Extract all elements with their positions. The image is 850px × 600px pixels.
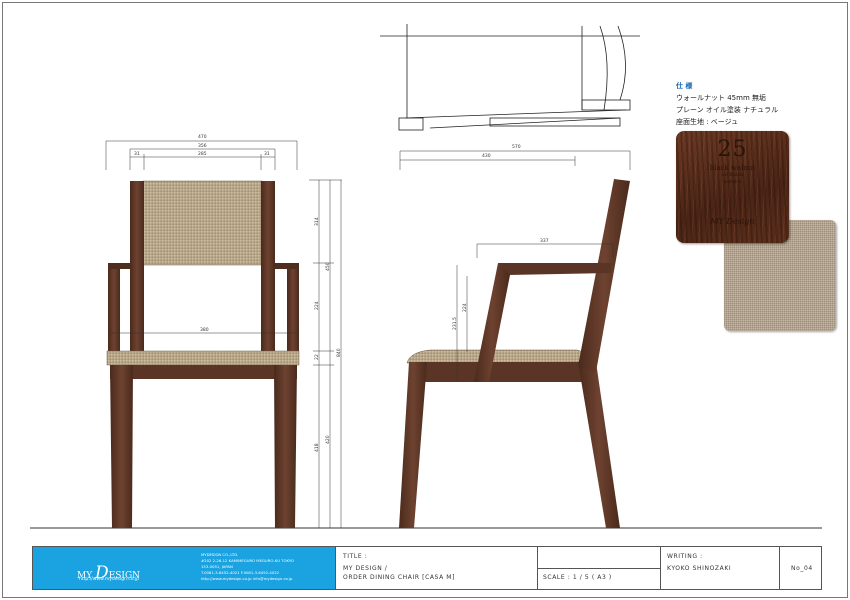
front-arm-top-left [108, 263, 130, 269]
dim-h-back: 314 [314, 217, 320, 226]
front-leg-right [274, 365, 297, 528]
front-leg-left [110, 365, 133, 528]
company-web: http://www.mydesign.co.jp info@mydesign.… [201, 576, 293, 581]
dim-total-width: 470 [198, 134, 207, 140]
scale-text: SCALE : 1 / 5 ( A3 ) [543, 574, 612, 581]
front-view: 380 [106, 180, 300, 528]
side-seat [406, 349, 587, 364]
wood-swatch-name-2: oil finish [721, 172, 744, 178]
title-line-1: MY DESIGN / [343, 565, 388, 572]
spec-block: 仕 様 ウォールナット 45mm 無垢 プレーン オイル塗装 ナチュラル 座面生… [676, 80, 778, 128]
brand-logo-panel: MY DESIGN http://www.mydesign.co.jp MYDE… [33, 547, 335, 589]
front-backrest [142, 180, 263, 266]
front-apron [110, 365, 297, 379]
spec-title: 仕 様 [676, 82, 693, 90]
dim-h-total: 840 [336, 348, 342, 357]
front-back-post-right [261, 181, 275, 351]
height-dim-labels: 314 450 224 22 840 418 420 [314, 217, 342, 452]
wood-swatch-name: black walnut oil finish natural [676, 165, 789, 186]
spec-line-2: プレーン オイル塗装 ナチュラル [676, 106, 779, 114]
dim-h-seat-upper: 418 [314, 443, 320, 452]
dim-side-seat: 430 [482, 153, 491, 159]
title-label: TITLE : [343, 553, 368, 560]
dim-h-upper: 450 [325, 262, 331, 271]
dim-side-total: 570 [512, 144, 521, 150]
dim-right-post: 31 [264, 151, 270, 157]
writer-name: KYOKO SHINOZAKI [667, 565, 732, 572]
side-back-post [578, 179, 630, 372]
dim-inner-width: 356 [198, 143, 207, 149]
plan-view [380, 24, 640, 131]
front-arm-top-right [275, 263, 299, 269]
spec-line-3: 座面生地 : ベージュ [676, 118, 739, 126]
front-arm-right [287, 265, 299, 355]
tb-divider-1 [335, 547, 336, 589]
dim-back-width: 285 [198, 151, 207, 157]
tb-divider-3 [660, 547, 661, 589]
brand-url: http://www.mydesign.co.jp [79, 577, 139, 582]
front-seat-dim: 380 [200, 327, 209, 333]
dim-side-arm-height2: 224 [462, 303, 468, 312]
dim-left-post: 31 [134, 151, 140, 157]
side-arm [498, 263, 612, 275]
front-seat [106, 350, 300, 366]
wood-swatch-name-3: natural [723, 179, 742, 185]
front-back-post-left [130, 181, 144, 351]
tb-divider-4 [779, 547, 780, 589]
side-view [399, 179, 630, 528]
dim-h-arm: 224 [314, 301, 320, 310]
dim-side-arm: 337 [540, 238, 549, 244]
side-leg-back [578, 362, 620, 528]
writing-label: WRITING : [667, 553, 703, 560]
wood-swatch-logo: MY Design [710, 217, 755, 226]
wood-swatch-name-1: black walnut [709, 164, 756, 172]
title-line-2: ORDER DINING CHAIR [CASA M] [343, 574, 456, 581]
front-arm-left [108, 265, 120, 355]
dim-h-seat: 22 [314, 354, 320, 360]
title-block: MY DESIGN http://www.mydesign.co.jp MYDE… [32, 546, 822, 590]
wood-swatch: 25 black walnut oil finish natural MY De… [676, 131, 789, 243]
dim-side-arm-height: 231.5 [452, 317, 458, 330]
dim-h-seat-lower: 420 [325, 435, 331, 444]
tb-hline [537, 568, 660, 569]
wood-swatch-code: 25 [717, 137, 748, 162]
side-leg-front [399, 362, 427, 528]
sheet-number: No_04 [791, 565, 813, 572]
side-apron [410, 362, 594, 382]
company-info: MYDESIGN CO.,LTD. #202 2-26-12 KAMIMEGUR… [201, 552, 331, 582]
spec-line-1: ウォールナット 45mm 無垢 [676, 94, 766, 102]
